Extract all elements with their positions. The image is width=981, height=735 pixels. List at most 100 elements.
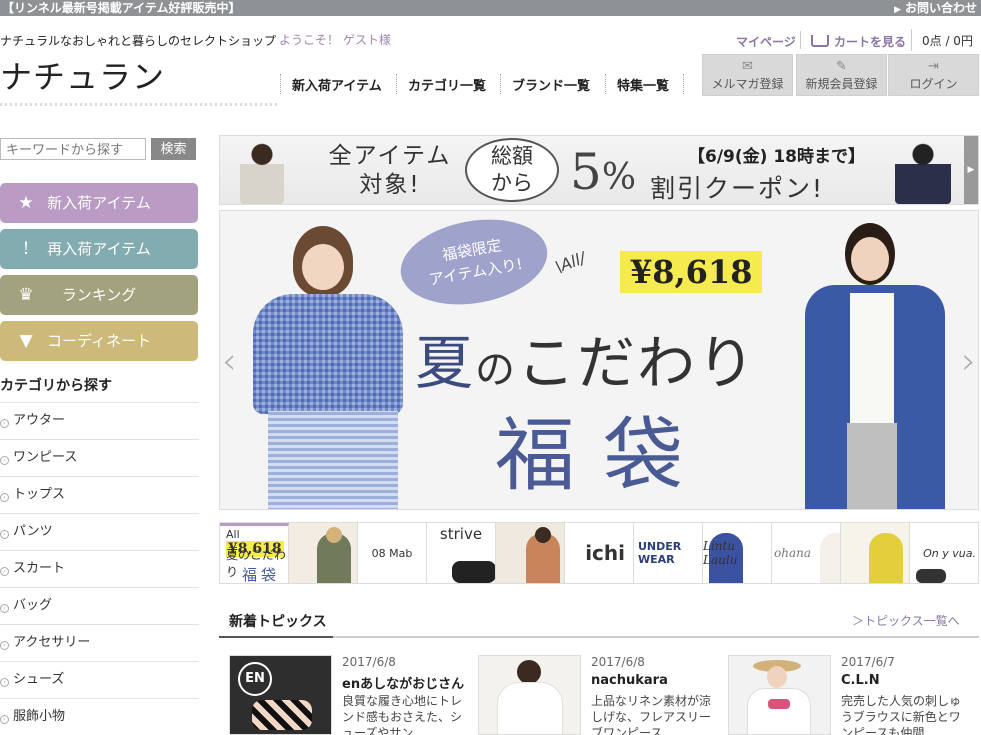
- newsletter-signup-button[interactable]: ✉ メルマガ登録: [702, 54, 793, 96]
- topics-more-link[interactable]: ＞トピックス一覧へ: [852, 612, 960, 629]
- nav-brand-list[interactable]: ブランド一覧: [512, 75, 590, 94]
- mail-icon: ✉: [742, 59, 753, 74]
- category-label: バッグ: [13, 598, 53, 613]
- register-label: 新規会員登録: [805, 77, 878, 91]
- category-label: トップス: [13, 487, 66, 502]
- site-tagline: ナチュラルなおしゃれと暮らしのセレクトショップ: [0, 34, 277, 48]
- nav-divider: [683, 74, 684, 94]
- topic-description: 良質な履き心地にトレンド感もおさえた、シューズやサン: [342, 694, 463, 735]
- thumbnail-item[interactable]: Lintu Laulu: [703, 523, 772, 583]
- circle-arrow-icon: ›: [0, 530, 9, 539]
- topic-date: 2017/6/8: [591, 655, 645, 669]
- topic-date: 2017/6/7: [841, 655, 895, 669]
- mypage-link[interactable]: マイページ: [736, 33, 796, 50]
- thumbnail-item[interactable]: On y vua.: [910, 523, 978, 583]
- shirt-icon: ▼: [19, 331, 33, 351]
- search-input[interactable]: [0, 138, 146, 160]
- thumb-line: 福袋: [242, 566, 281, 583]
- register-button[interactable]: ✎ 新規会員登録: [796, 54, 887, 96]
- thumbnail-item[interactable]: [289, 523, 358, 583]
- model-face: [302, 244, 344, 290]
- banner-thumbnails: All ¥8,618 夏のこだわり 福袋 08 Mab strive ichi …: [219, 522, 979, 584]
- category-item[interactable]: › トップス: [0, 476, 199, 513]
- category-label: 服飾小物: [13, 709, 66, 724]
- circle-arrow-icon: ›: [0, 641, 9, 650]
- circle-arrow-icon: ›: [0, 493, 9, 502]
- nav-feature-list[interactable]: 特集一覧: [617, 75, 669, 94]
- thumbnail-item[interactable]: ichi: [565, 523, 634, 583]
- model-face: [851, 237, 889, 281]
- nav-divider: [280, 74, 281, 94]
- sidebar-ranking-button[interactable]: ♛ ランキング: [0, 275, 198, 315]
- model-face: [767, 666, 787, 688]
- site-logo[interactable]: ナチュラン: [0, 52, 165, 98]
- circle-arrow-icon: ›: [0, 419, 9, 428]
- hero-all-label: \All/: [552, 248, 588, 277]
- en-logo: EN: [238, 662, 272, 696]
- sidebar-coordinate-button[interactable]: ▼ コーディネート: [0, 321, 198, 361]
- thumbnail-item[interactable]: All ¥8,618 夏のこだわり 福袋: [220, 523, 289, 583]
- category-label: アウター: [13, 413, 66, 428]
- category-list: › アウター › ワンピース › トップス › パンツ › スカート › バッグ › アクセサ…: [0, 402, 199, 735]
- category-item[interactable]: › シューズ: [0, 661, 199, 698]
- sandal-figure: [916, 569, 946, 583]
- cart-link[interactable]: カートを見る: [811, 33, 906, 50]
- model-skirt: [268, 411, 398, 509]
- circle-arrow-icon: ›: [0, 715, 9, 724]
- coupon-banner[interactable]: 全アイテム 対象! 総額 から 5% 【6/9(金) 18時まで】 割引クーポン…: [219, 135, 979, 205]
- speech-bubble: 総額 から: [465, 138, 559, 202]
- title-part: 夏: [415, 329, 476, 397]
- category-item[interactable]: › アウター: [0, 402, 199, 439]
- thumbnail-item[interactable]: UNDER WEAR: [634, 523, 703, 583]
- thumbnail-item[interactable]: [496, 523, 565, 583]
- chevron-left-icon[interactable]: ‹: [222, 341, 236, 382]
- deadline-text: 【6/9(金) 18時まで】: [688, 147, 865, 167]
- sidebar-restock-button[interactable]: ! 再入荷アイテム: [0, 229, 198, 269]
- coupon-text: 割引クーポン!: [650, 174, 825, 203]
- topic-item[interactable]: 2017/6/8 nachukara 上品なリネン素材が涼しげな、フレアスリーブ…: [478, 655, 718, 735]
- topics-divider: [219, 636, 979, 638]
- category-item[interactable]: › アクセサリー: [0, 624, 199, 661]
- welcome-message: ようこそ！ ゲスト様: [279, 33, 391, 47]
- category-item[interactable]: › パンツ: [0, 513, 199, 550]
- topic-item[interactable]: EN 2017/6/8 enあしながおじさん 良質な履き心地にトレンド感もおさえ…: [229, 655, 469, 735]
- topic-item[interactable]: 2017/6/7 C.L.N 完売した人気の刺しゅうブラウスに新色とワンピースも…: [728, 655, 968, 735]
- thumbnail-item[interactable]: strive: [427, 523, 496, 583]
- pencil-icon: ✎: [836, 59, 847, 74]
- divider: [800, 31, 801, 49]
- hero-slider[interactable]: 福袋限定 アイテム入り! \All/ ¥8,618 夏のこだわり 福袋 ‹ ›: [219, 210, 979, 510]
- category-item[interactable]: › 服飾小物: [0, 698, 199, 735]
- topic-image: EN: [229, 655, 332, 735]
- discount-value: 5: [570, 143, 602, 201]
- category-label: シューズ: [13, 672, 65, 687]
- top-announcement-bar: 【リンネル最新号掲載アイテム好評販売中】 ▶ お問い合わせ: [0, 0, 981, 16]
- chevron-right-icon[interactable]: ›: [962, 341, 976, 382]
- topic-description: 上品なリネン素材が涼しげな、フレアスリーブワンピース: [591, 694, 712, 735]
- model-photo: [240, 142, 284, 204]
- exclamation-icon: !: [22, 239, 30, 259]
- bubble-line: 総額: [491, 144, 533, 168]
- search-button[interactable]: 検索: [151, 138, 196, 160]
- model-photo: [895, 142, 951, 204]
- contact-label: お問い合わせ: [904, 1, 977, 15]
- circle-arrow-icon: ›: [0, 604, 9, 613]
- login-button[interactable]: ⇥ ログイン: [888, 54, 979, 96]
- contact-link[interactable]: ▶ お問い合わせ: [894, 0, 977, 18]
- nav-divider: [605, 74, 606, 94]
- category-item[interactable]: › スカート: [0, 550, 199, 587]
- category-item[interactable]: › ワンピース: [0, 439, 199, 476]
- thumbnail-item[interactable]: ohana: [772, 523, 841, 583]
- model-figure: [820, 533, 840, 583]
- nav-new-items[interactable]: 新入荷アイテム: [292, 75, 382, 94]
- topics-heading: 新着トピックス: [229, 614, 327, 630]
- triangle-right-icon[interactable]: ▶: [964, 136, 978, 204]
- category-item[interactable]: › バッグ: [0, 587, 199, 624]
- topic-brand: enあしながおじさん: [342, 677, 465, 692]
- promo-text[interactable]: 【リンネル最新号掲載アイテム好評販売中】: [2, 0, 241, 16]
- all-label: All: [226, 528, 240, 541]
- nav-category-list[interactable]: カテゴリ一覧: [408, 75, 486, 94]
- sidebar-new-items-button[interactable]: ★ 新入荷アイテム: [0, 183, 198, 223]
- circle-arrow-icon: ›: [0, 678, 9, 687]
- thumbnail-item[interactable]: [841, 523, 910, 583]
- thumbnail-item[interactable]: 08 Mab: [358, 523, 427, 583]
